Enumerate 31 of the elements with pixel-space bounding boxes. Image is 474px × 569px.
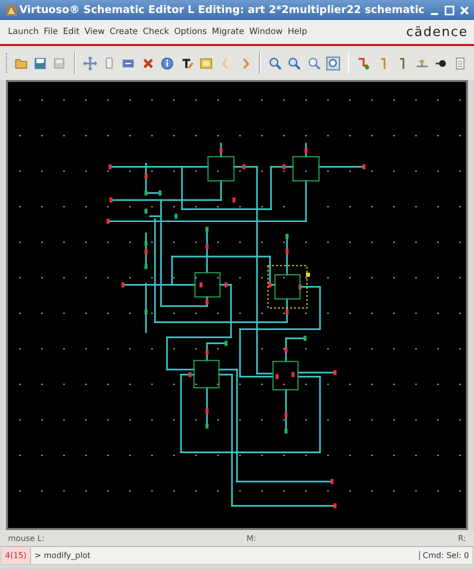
menu-item[interactable]: Create — [108, 25, 140, 39]
move-icon[interactable] — [82, 54, 98, 72]
menu-item[interactable]: Migrate — [210, 25, 246, 39]
mouse-left-label: mouse L: — [8, 534, 45, 542]
close-button[interactable] — [458, 4, 471, 16]
window-title: Virtuoso® Schematic Editor L Editing: art 2*2multiplier22 schematic — [18, 4, 426, 16]
menu-item[interactable]: File — [42, 25, 60, 39]
command-text: > modify_plot — [34, 551, 92, 560]
logo: cādence — [406, 24, 468, 40]
maximize-button[interactable] — [443, 4, 456, 16]
cell-symbol[interactable] — [272, 360, 299, 390]
menu-item[interactable]: Window — [247, 25, 285, 39]
menu-item[interactable]: View — [82, 25, 107, 39]
cell-symbol[interactable] — [193, 360, 220, 388]
properties-icon[interactable] — [160, 54, 175, 72]
command-counter: 4(15) — [2, 547, 31, 564]
mouse-middle-label: M: — [246, 534, 256, 542]
selection-count: Cmd: Sel: 0 — [418, 551, 472, 560]
cell-symbol[interactable] — [207, 156, 235, 182]
cell-symbol[interactable] — [292, 156, 320, 182]
mouse-right-label: R: — [458, 534, 466, 542]
menu-item[interactable]: Check — [140, 25, 172, 39]
zoom-fit-icon[interactable] — [326, 54, 341, 72]
menu-item[interactable]: Help — [286, 25, 310, 39]
menu-item[interactable]: Options — [172, 25, 209, 39]
selection-box — [268, 265, 310, 309]
cell-symbol[interactable] — [274, 274, 301, 300]
app-icon — [5, 4, 18, 16]
cell-symbol[interactable] — [194, 272, 221, 298]
menu-item[interactable]: Launch — [6, 25, 41, 39]
menu-item[interactable]: Edit — [61, 25, 82, 39]
